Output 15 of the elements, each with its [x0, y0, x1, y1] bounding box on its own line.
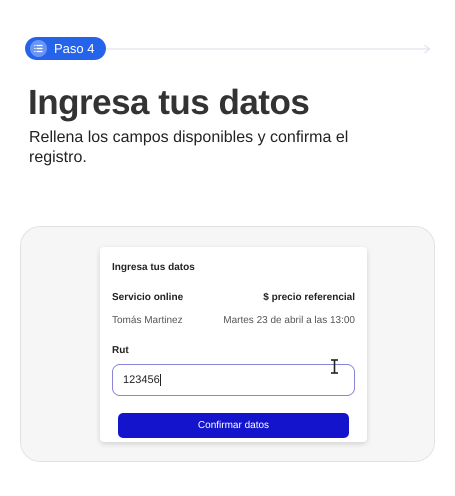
confirm-button[interactable]: Confirmar datos: [118, 413, 349, 438]
card-title: Ingresa tus datos: [112, 261, 196, 275]
page-heading: Ingresa tus datos: [28, 82, 310, 124]
person-name: Tomás Martinez: [112, 314, 183, 328]
text-cursor-icon: [330, 359, 339, 374]
list-icon: [30, 40, 47, 57]
service-name: Servicio online: [112, 291, 184, 305]
appointment-date: Martes 23 de abril a las 13:00: [223, 314, 355, 328]
page-subtitle: Rellena los campos disponibles y confirma el registro.: [29, 128, 350, 168]
rut-field[interactable]: 123456: [112, 364, 355, 396]
text-caret: [160, 374, 161, 386]
step-label: Paso 4: [54, 40, 94, 58]
price-label: $ precio referencial: [263, 291, 355, 305]
field-value: 123456: [123, 372, 160, 388]
field-label: Rut: [112, 344, 130, 358]
